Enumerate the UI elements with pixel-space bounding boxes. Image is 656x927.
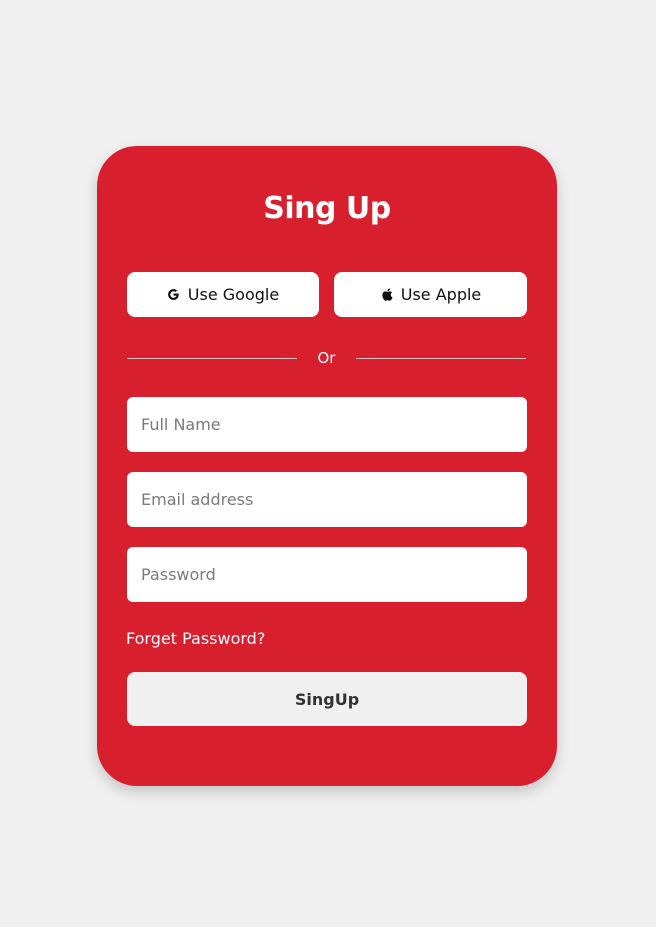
google-button-label: Use Google: [187, 285, 280, 304]
signup-submit-button[interactable]: SingUp: [127, 672, 527, 726]
password-input[interactable]: [127, 547, 527, 602]
google-icon: [167, 288, 181, 302]
email-input[interactable]: [127, 472, 527, 527]
full-name-input[interactable]: [127, 397, 527, 452]
form-title: Sing Up: [263, 191, 391, 226]
apple-button-label: Use Apple: [400, 285, 482, 304]
apple-icon: [380, 288, 394, 302]
google-signup-button[interactable]: Use Google: [127, 272, 319, 317]
apple-signup-button[interactable]: Use Apple: [334, 272, 527, 317]
signup-card: Sing Up Use Google Use Apple Or Forget P…: [97, 146, 557, 786]
divider-line-right: [356, 358, 526, 359]
divider-or: Or: [317, 349, 336, 367]
forgot-password-link[interactable]: Forget Password?: [126, 628, 265, 650]
divider-line-left: [127, 358, 297, 359]
